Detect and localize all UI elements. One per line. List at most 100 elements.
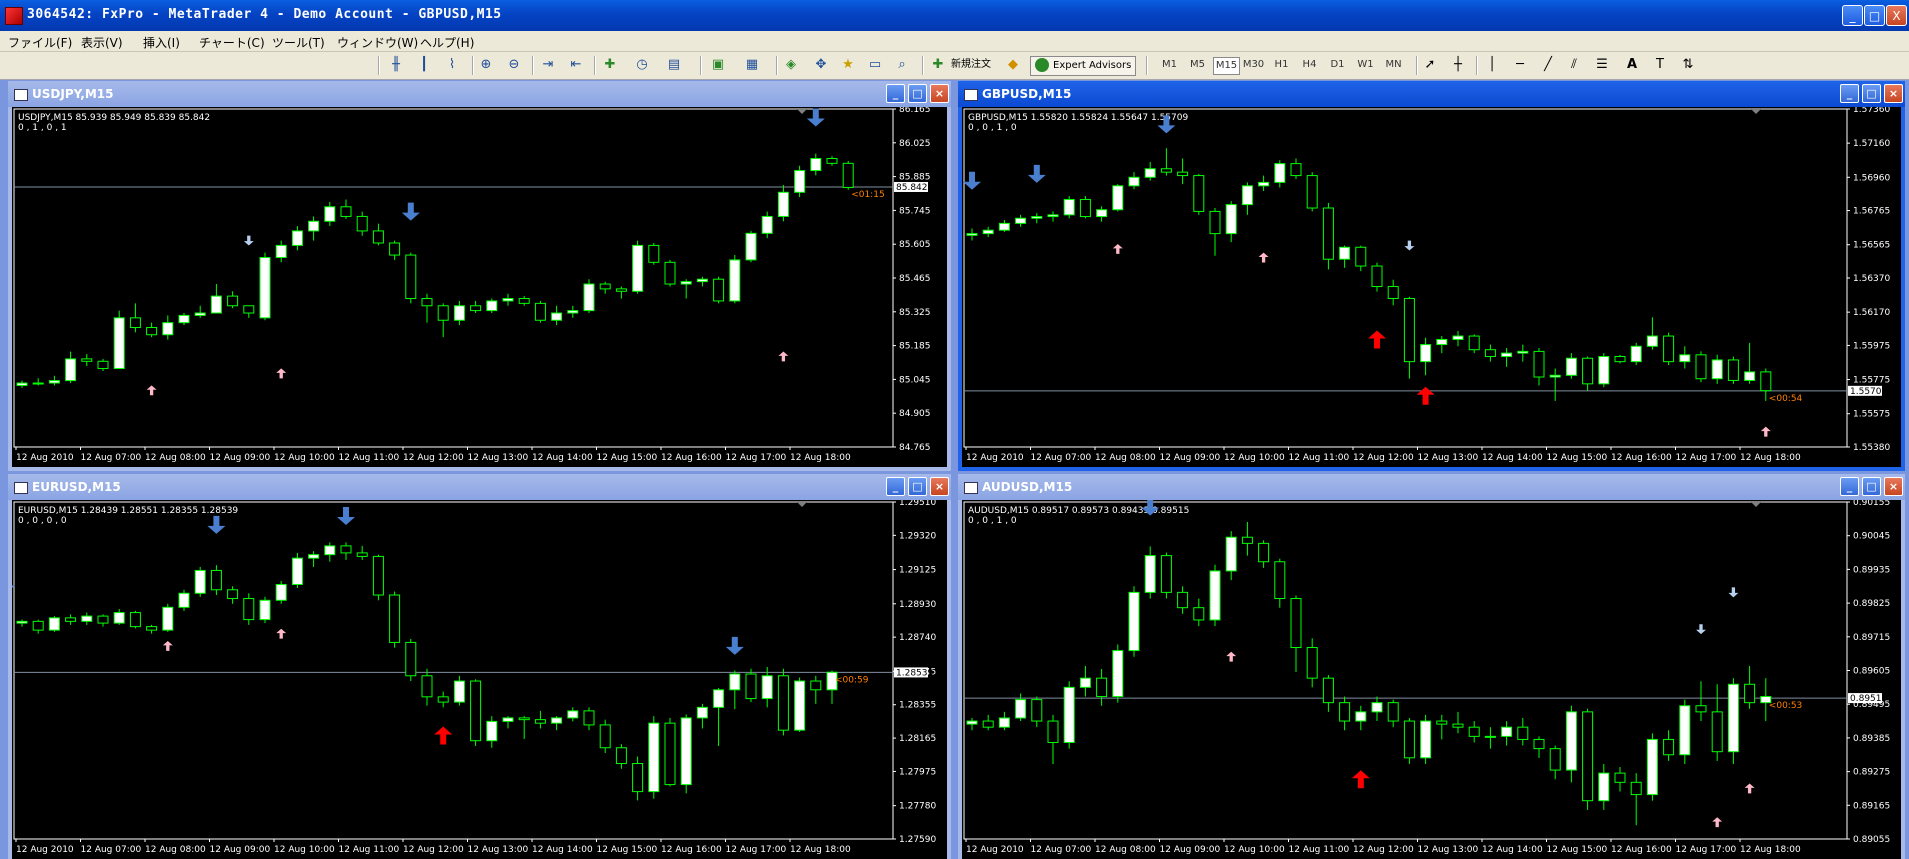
- menu-chart[interactable]: チャート(C): [199, 34, 265, 51]
- y-axis-label: 0.90155: [1853, 500, 1890, 508]
- y-axis-label: 1.28165: [899, 734, 936, 744]
- candle-body: [162, 322, 174, 336]
- autoscroll-icon[interactable]: ⇥: [540, 57, 556, 73]
- candle-body: [1760, 371, 1772, 392]
- candle-body: [372, 555, 384, 596]
- timeframe-d1[interactable]: D1: [1325, 57, 1350, 73]
- chart-maximize-button[interactable]: □: [1862, 84, 1881, 103]
- new-chart-icon[interactable]: ▣: [710, 57, 726, 73]
- line-chart-icon[interactable]: ⌇: [444, 57, 460, 73]
- fibonacci-icon[interactable]: ☰: [1594, 57, 1610, 73]
- candle-body: [32, 620, 44, 631]
- timeframe-m1[interactable]: M1: [1157, 57, 1182, 73]
- y-axis-label: 1.55775: [1853, 376, 1890, 386]
- chart-close-button[interactable]: ×: [930, 84, 949, 103]
- new-order-icon[interactable]: ✚: [930, 57, 946, 73]
- candle-body: [826, 157, 838, 164]
- crosshair-nav-icon[interactable]: ✥: [813, 57, 829, 73]
- chart-window-eurusd[interactable]: EURUSD,M15 _ □ × EURUSD,M15 1.28439 1.28…: [8, 474, 951, 859]
- minimize-button[interactable]: _: [1842, 5, 1863, 26]
- vertical-line-icon[interactable]: │: [1484, 57, 1500, 73]
- market-watch-icon[interactable]: ◈: [783, 57, 799, 73]
- menu-view[interactable]: 表示(V): [81, 34, 123, 51]
- candle-body: [777, 191, 789, 217]
- tester-icon[interactable]: ⌕: [894, 57, 910, 73]
- crosshair-icon[interactable]: ┼: [1450, 57, 1466, 73]
- chart-minimize-button[interactable]: _: [1840, 84, 1859, 103]
- timeframe-m30[interactable]: M30: [1241, 57, 1266, 73]
- menu-help[interactable]: ヘルプ(H): [420, 34, 474, 51]
- close-button[interactable]: X: [1886, 5, 1907, 26]
- chart-window-titlebar[interactable]: USDJPY,M15 _ □ ×: [8, 81, 951, 107]
- indicator-values: 0 , 1 , 0 , 1: [18, 123, 67, 133]
- chart-ohlc-header: USDJPY,M15 85.939 85.949 85.839 85.842: [18, 113, 210, 123]
- candle-body: [713, 278, 725, 302]
- templates-icon[interactable]: ▤: [666, 57, 682, 73]
- expert-advisors-button[interactable]: Expert Advisors: [1030, 56, 1137, 76]
- app-titlebar[interactable]: 3064542: FxPro - MetaTrader 4 - Demo Acc…: [0, 0, 1909, 31]
- chart-canvas-area[interactable]: EURUSD,M15 1.28439 1.28551 1.28355 1.285…: [12, 500, 947, 859]
- timeframe-mn[interactable]: MN: [1381, 57, 1406, 73]
- periods-clock-icon[interactable]: ◷: [634, 57, 650, 73]
- price-chart[interactable]: AUDUSD,M15 0.89517 0.89573 0.89433 0.895…: [962, 500, 1901, 859]
- chart-canvas-area[interactable]: AUDUSD,M15 0.89517 0.89573 0.89433 0.895…: [962, 500, 1901, 859]
- chart-minimize-button[interactable]: _: [886, 477, 905, 496]
- chart-maximize-button[interactable]: □: [1862, 477, 1881, 496]
- cursor-icon[interactable]: ➚: [1422, 57, 1438, 73]
- chart-minimize-button[interactable]: _: [1840, 477, 1859, 496]
- chart-maximize-button[interactable]: □: [908, 84, 927, 103]
- x-axis-label: 12 Aug 09:00: [210, 453, 271, 463]
- text-tool-icon[interactable]: A: [1624, 57, 1640, 73]
- chart-minimize-button[interactable]: _: [886, 84, 905, 103]
- x-axis-label: 12 Aug 14:00: [1482, 845, 1543, 855]
- maximize-button[interactable]: □: [1864, 5, 1885, 26]
- menu-insert[interactable]: 挿入(I): [143, 34, 180, 51]
- menu-tools[interactable]: ツール(T): [272, 34, 325, 51]
- chart-window-audusd[interactable]: AUDUSD,M15 _ □ × AUDUSD,M15 0.89517 0.89…: [958, 474, 1905, 859]
- chart-close-button[interactable]: ×: [930, 477, 949, 496]
- x-axis-label: 12 Aug 14:00: [532, 845, 593, 855]
- chart-canvas-area[interactable]: GBPUSD,M15 1.55820 1.55824 1.55647 1.557…: [962, 107, 1901, 467]
- chart-close-button[interactable]: ×: [1884, 477, 1903, 496]
- price-chart[interactable]: EURUSD,M15 1.28439 1.28551 1.28355 1.285…: [12, 500, 947, 859]
- candle-body: [1177, 171, 1189, 177]
- channel-icon[interactable]: ⫽: [1566, 57, 1582, 73]
- zoom-out-icon[interactable]: ⊖: [506, 57, 522, 73]
- chart-window-titlebar[interactable]: EURUSD,M15 _ □ ×: [8, 474, 951, 500]
- indicators-icon[interactable]: ✚: [602, 57, 618, 73]
- arrows-dropdown-icon[interactable]: ⇅: [1680, 57, 1696, 73]
- chart-shift-icon[interactable]: ⇤: [568, 57, 584, 73]
- profiles-icon[interactable]: ▦: [744, 57, 760, 73]
- x-axis-label: 12 Aug 15:00: [597, 453, 658, 463]
- terminal-icon[interactable]: ▭: [867, 57, 883, 73]
- timeframe-m5[interactable]: M5: [1185, 57, 1210, 73]
- metaeditor-icon[interactable]: ◆: [1005, 57, 1021, 73]
- chart-canvas-area[interactable]: USDJPY,M15 85.939 85.949 85.839 85.842 0 …: [12, 107, 947, 467]
- menu-file[interactable]: ファイル(F): [8, 34, 72, 51]
- candlestick-icon[interactable]: ┃: [416, 57, 432, 73]
- timeframe-h1[interactable]: H1: [1269, 57, 1294, 73]
- price-chart[interactable]: GBPUSD,M15 1.55820 1.55824 1.55647 1.557…: [962, 107, 1901, 467]
- candle-body: [227, 295, 239, 307]
- candle-body: [97, 360, 109, 370]
- horizontal-line-icon[interactable]: ─: [1512, 57, 1528, 73]
- chart-window-usdjpy[interactable]: USDJPY,M15 _ □ × USDJPY,M15 85.939 85.94…: [8, 81, 951, 471]
- chart-window-gbpusd[interactable]: GBPUSD,M15 _ □ × GBPUSD,M15 1.55820 1.55…: [958, 81, 1905, 471]
- x-axis-label: 12 Aug 13:00: [468, 453, 529, 463]
- zoom-in-icon[interactable]: ⊕: [478, 57, 494, 73]
- timeframe-w1[interactable]: W1: [1353, 57, 1378, 73]
- chart-close-button[interactable]: ×: [1884, 84, 1903, 103]
- bar-chart-icon[interactable]: ╫: [388, 57, 404, 73]
- text-label-icon[interactable]: T: [1652, 57, 1668, 73]
- chart-window-titlebar[interactable]: GBPUSD,M15 _ □ ×: [958, 81, 1905, 107]
- menu-window[interactable]: ウィンドウ(W): [337, 34, 418, 51]
- navigator-icon[interactable]: ★: [840, 57, 856, 73]
- chart-window-titlebar[interactable]: AUDUSD,M15 _ □ ×: [958, 474, 1905, 500]
- trendline-icon[interactable]: ╱: [1540, 57, 1556, 73]
- timeframe-m15[interactable]: M15: [1213, 57, 1240, 75]
- chart-maximize-button[interactable]: □: [908, 477, 927, 496]
- new-order-button[interactable]: 新規注文: [947, 56, 995, 74]
- y-axis-label: 1.56565: [1853, 241, 1890, 251]
- price-chart[interactable]: USDJPY,M15 85.939 85.949 85.839 85.8420 …: [12, 107, 947, 467]
- timeframe-h4[interactable]: H4: [1297, 57, 1322, 73]
